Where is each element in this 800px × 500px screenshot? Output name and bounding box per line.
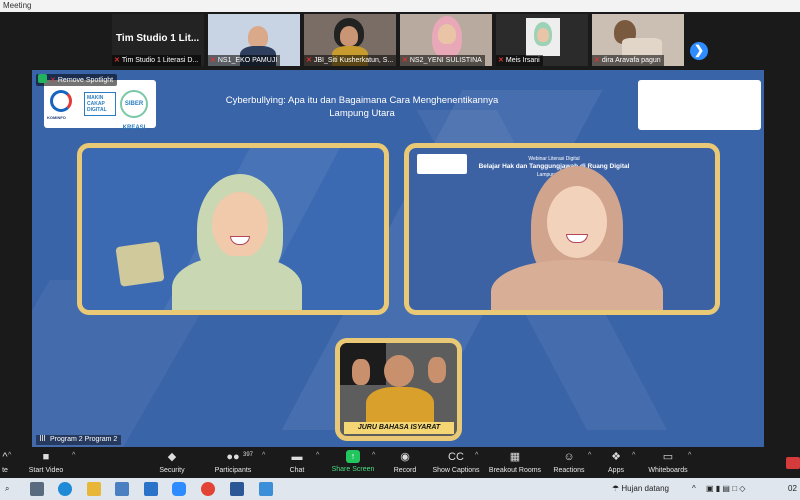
weather-widget[interactable]: ☂ Hujan datang — [612, 482, 669, 496]
share-options-caret[interactable]: ^ — [372, 452, 375, 459]
word-icon[interactable] — [230, 482, 244, 496]
gallery-strip: Tim Studio 1 Lit... ✕ Tim Studio 1 Litera… — [0, 12, 800, 68]
participants-count: 397 — [243, 452, 254, 458]
window-title: Meeting — [0, 0, 800, 12]
siberkreasi-logo: SIBER KREASI — [120, 90, 148, 131]
video-off-icon: ■ — [42, 451, 50, 463]
security-button[interactable]: ◆ Security — [152, 450, 192, 474]
muted-mic-icon: ✕ — [498, 57, 504, 64]
tray-overflow-icon[interactable]: ^ — [692, 482, 696, 496]
tray-icons[interactable]: ▣ ▮ ▤ □ ◇ — [706, 482, 745, 496]
task-view-icon[interactable] — [30, 482, 44, 496]
participant-name: ✕ NS1_EKO PAMUJI — [208, 55, 281, 66]
file-explorer-icon[interactable] — [87, 482, 101, 496]
record-button[interactable]: ◉ Record — [388, 450, 422, 474]
participant-name: ✕ dira Aravafa pagun — [592, 55, 664, 66]
zoom-icon[interactable] — [172, 482, 186, 496]
muted-mic-icon: ✕ — [210, 57, 216, 64]
chat-icon: ▬ — [291, 451, 303, 463]
hand — [428, 357, 446, 383]
search-icon[interactable]: ⌕ — [5, 482, 9, 496]
muted-mic-icon: ✕ — [594, 57, 600, 64]
participant-tile[interactable]: ✕ Meis Irsani — [496, 14, 588, 66]
slide-logos — [417, 154, 467, 174]
kominfo-logo-icon — [50, 90, 72, 112]
start-video-button[interactable]: ■ Start Video — [26, 450, 66, 474]
speaker-frame-left — [77, 143, 389, 315]
blank-banner — [638, 80, 761, 130]
participant-tile[interactable]: ✕ JBI_Siti Kusherkatun, S... — [304, 14, 396, 66]
participant-big-name: Tim Studio 1 Lit... — [116, 33, 200, 44]
makin-cakap-digital-logo: MAKIN CAKAP DIGITAL — [84, 92, 116, 116]
photos-icon[interactable] — [259, 482, 273, 496]
end-meeting-button[interactable] — [786, 457, 800, 469]
interpreter-frame: JURU BAHASA ISYARAT — [335, 338, 462, 441]
store-icon[interactable] — [115, 482, 129, 496]
audio-options-caret[interactable]: ^ — [8, 452, 11, 459]
muted-mic-icon: ✕ — [306, 57, 312, 64]
breakout-rooms-button[interactable]: ▦ Breakout Rooms — [487, 450, 543, 474]
rain-icon: ☂ — [612, 484, 620, 493]
breakout-rooms-icon: ▦ — [509, 451, 521, 463]
share-screen-icon: ↑ — [346, 450, 360, 463]
whiteboards-button[interactable]: ▭ Whiteboards — [644, 450, 692, 474]
chevron-right-icon[interactable]: ❯ — [690, 42, 708, 60]
participant-tile[interactable]: Tim Studio 1 Lit... ✕ Tim Studio 1 Litera… — [112, 14, 204, 66]
reactions-options-caret[interactable]: ^ — [588, 452, 591, 459]
whiteboard-icon: ▭ — [662, 451, 674, 463]
chrome-icon[interactable] — [201, 482, 215, 496]
participant-name: ✕ JBI_Siti Kusherkatun, S... — [304, 55, 396, 66]
participants-button[interactable]: ●● Participants 397 — [210, 450, 256, 474]
remove-spotlight-button[interactable]: ✕ Remove Spotlight — [36, 74, 118, 86]
muted-mic-icon: ✕ — [114, 57, 120, 64]
kominfo-logo-text: KOMINFO — [47, 115, 66, 120]
interpreter-label: JURU BAHASA ISYARAT — [344, 422, 454, 434]
mail-icon[interactable] — [144, 482, 158, 496]
apps-button[interactable]: ❖ Apps — [602, 450, 630, 474]
participant-name: ✕ NS2_YENI SULISTINA — [400, 55, 485, 66]
participants-options-caret[interactable]: ^ — [262, 452, 265, 459]
hand — [115, 241, 165, 287]
shield-icon — [38, 74, 47, 83]
speaker-frame-right: Webinar Literasi Digital Belajar Hak dan… — [404, 143, 720, 315]
captions-options-caret[interactable]: ^ — [475, 452, 478, 459]
meeting-toolbar: ^ te ^ ■ Start Video ^ ◆ Security ●● Partici… — [0, 448, 800, 478]
participant-video — [526, 18, 560, 56]
edge-icon[interactable] — [58, 482, 72, 496]
participant-name: ✕ Tim Studio 1 Literasi D... — [112, 55, 202, 66]
hand — [352, 359, 370, 385]
muted-mic-icon: ✕ — [402, 57, 408, 64]
shield-icon: ◆ — [167, 451, 177, 463]
signal-icon — [40, 435, 47, 441]
participant-video — [248, 26, 268, 48]
event-title: Cyberbullying: Apa itu dan Bagaimana Car… — [225, 95, 499, 119]
participant-name: ✕ Meis Irsani — [496, 55, 543, 66]
chat-button[interactable]: ▬ Chat — [282, 450, 312, 474]
clock[interactable]: 02 — [788, 482, 797, 496]
pin-icon: ✕ — [50, 77, 56, 84]
reactions-button[interactable]: ☺ Reactions — [550, 450, 588, 474]
participant-tile[interactable]: ✕ dira Aravafa pagun — [592, 14, 684, 66]
participant-tile[interactable]: ✕ NS2_YENI SULISTINA — [400, 14, 492, 66]
apps-icon: ❖ — [611, 451, 621, 463]
windows-taskbar: ⌕ ☂ Hujan datang ^ ▣ ▮ ▤ □ ◇ 02 — [0, 478, 800, 500]
share-screen-button[interactable]: ↑ Share Screen — [330, 450, 376, 473]
spotlight-video: KOMINFO MAKIN CAKAP DIGITAL SIBER KREASI… — [32, 70, 764, 447]
program-label: Program 2 Program 2 — [36, 435, 122, 445]
smiley-icon: ☺ — [563, 451, 575, 463]
chat-options-caret[interactable]: ^ — [316, 452, 319, 459]
zoom-window: Meeting Tim Studio 1 Lit... ✕ Tim Studio … — [0, 0, 800, 500]
whiteboards-options-caret[interactable]: ^ — [688, 452, 691, 459]
video-options-caret[interactable]: ^ — [72, 452, 75, 459]
record-icon: ◉ — [400, 451, 410, 463]
sponsor-logos: KOMINFO MAKIN CAKAP DIGITAL SIBER KREASI — [44, 80, 156, 131]
participant-tile[interactable]: ✕ NS1_EKO PAMUJI — [208, 14, 300, 66]
apps-options-caret[interactable]: ^ — [632, 452, 635, 459]
